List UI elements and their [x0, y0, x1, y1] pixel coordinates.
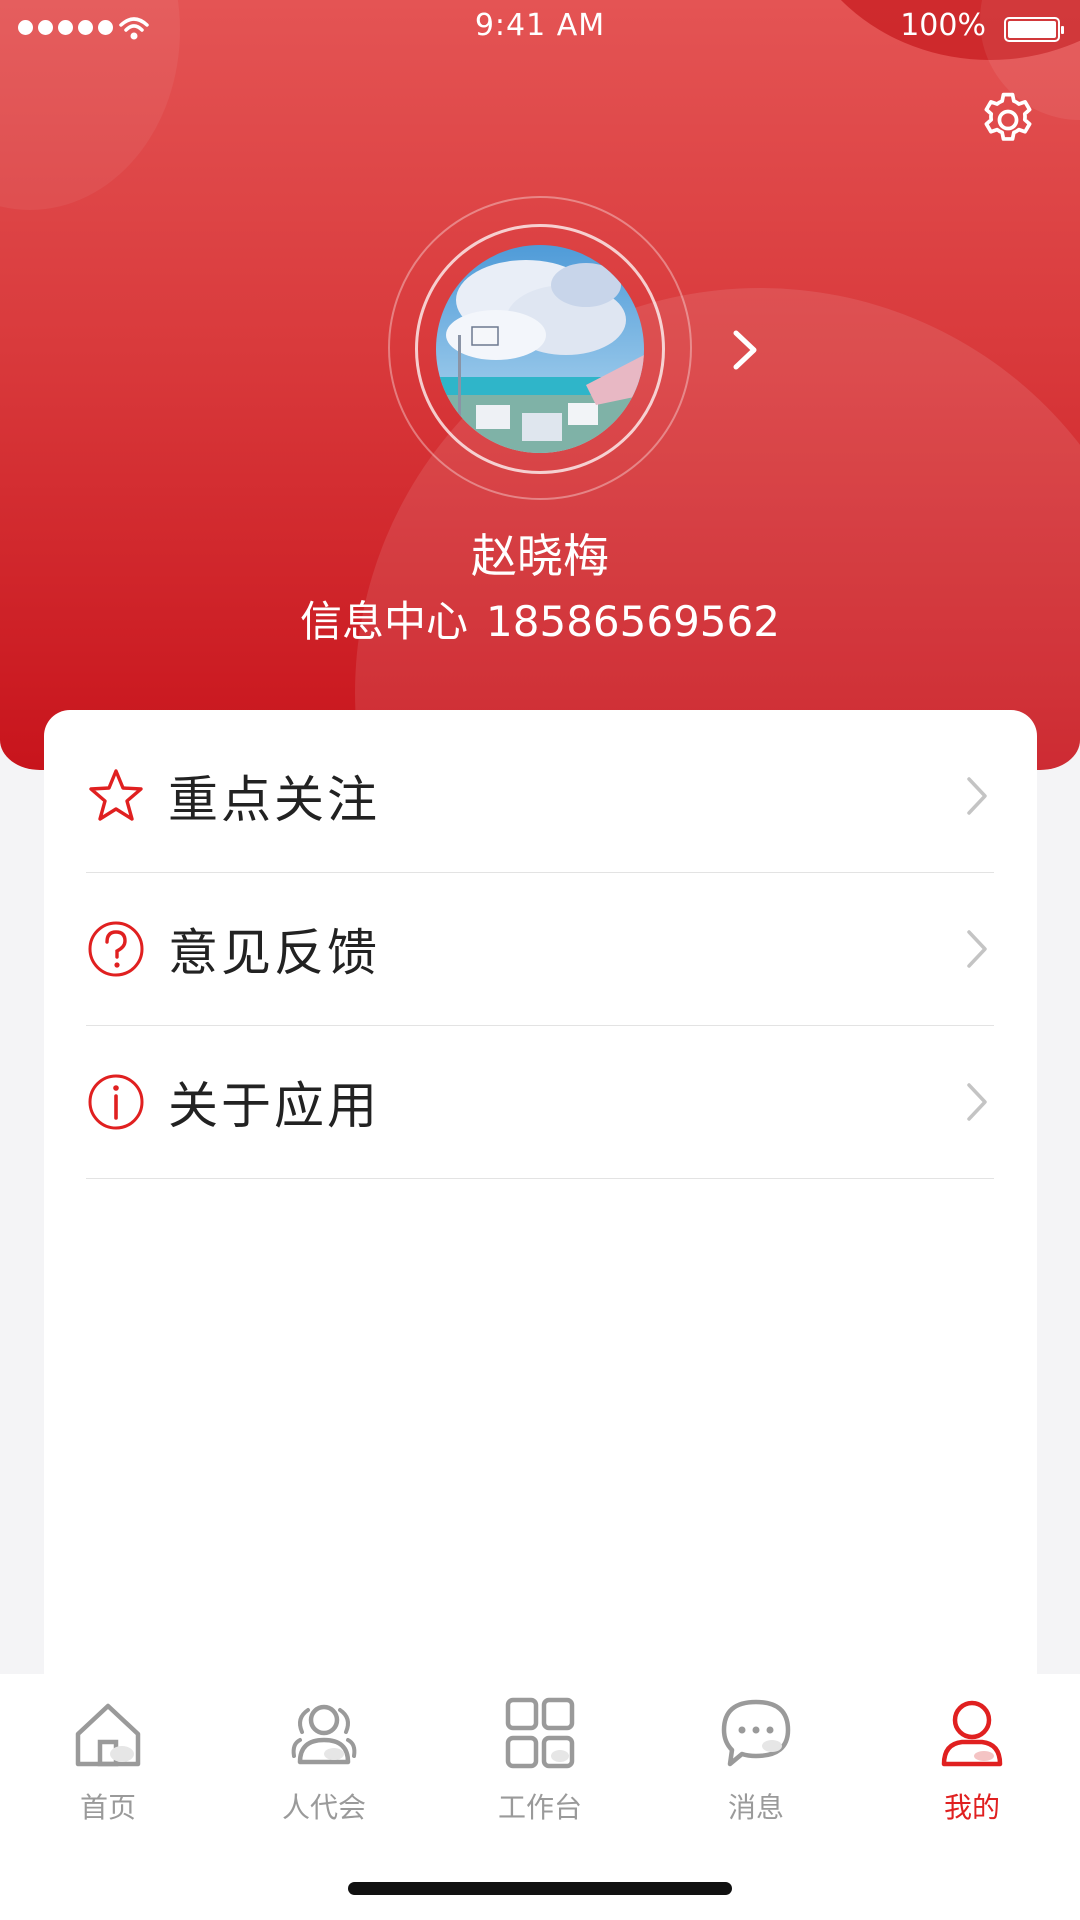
tab-label: 我的 [943, 1791, 1000, 1824]
chevron-right-icon [967, 930, 987, 968]
question-icon [88, 921, 144, 977]
tab-label: 人代会 [281, 1791, 366, 1824]
menu-item-feedback[interactable]: 意见反馈 [86, 873, 994, 1026]
tab-home[interactable]: 首页 [8, 1696, 208, 1826]
info-icon [88, 1074, 144, 1130]
settings-gear-icon[interactable] [976, 88, 1040, 152]
tab-label: 工作台 [497, 1791, 582, 1824]
menu-label: 意见反馈 [168, 924, 380, 982]
chevron-right-icon [967, 1083, 987, 1121]
home-icon [75, 1703, 141, 1767]
user-info: 信息中心 18586569562 [0, 588, 1080, 649]
menu-label: 关于应用 [168, 1077, 380, 1135]
bottom-tab-bar: 首页 人代会 工作台 消息 我的 [0, 1674, 1080, 1920]
menu-label: 重点关注 [168, 771, 380, 829]
tab-label: 首页 [79, 1791, 136, 1824]
user-name: 赵晓梅 [471, 529, 609, 583]
avatar-image [436, 245, 644, 453]
chat-icon [721, 1699, 791, 1767]
user-icon [941, 1700, 1003, 1767]
home-indicator [348, 1882, 732, 1895]
status-bar: 9:41 AM 100% [0, 0, 1080, 56]
people-icon [291, 1704, 357, 1765]
tab-congress[interactable]: 人代会 [224, 1696, 424, 1826]
tab-workbench[interactable]: 工作台 [440, 1696, 640, 1826]
menu-item-about[interactable]: 关于应用 [86, 1026, 994, 1179]
user-phone: 18586569562 [486, 597, 780, 646]
profile-screen: 9:41 AM 100% 赵晓梅 信息中心 18586569562 重点关注 意… [0, 0, 1080, 1920]
tab-messages[interactable]: 消息 [656, 1696, 856, 1826]
profile-header: 9:41 AM 100% 赵晓梅 信息中心 18586569562 [0, 0, 1080, 770]
user-department: 信息中心 [300, 597, 469, 646]
tab-mine[interactable]: 我的 [872, 1696, 1072, 1826]
tab-label: 消息 [727, 1791, 784, 1824]
chevron-right-icon [967, 777, 987, 815]
battery-icon [1004, 17, 1064, 42]
avatar[interactable] [436, 245, 644, 453]
profile-chevron-right-icon[interactable] [724, 325, 764, 375]
menu-item-key-focus[interactable]: 重点关注 [86, 720, 994, 873]
battery-percent: 100% [900, 8, 986, 43]
star-icon [89, 769, 143, 821]
grid-icon [505, 1697, 575, 1769]
